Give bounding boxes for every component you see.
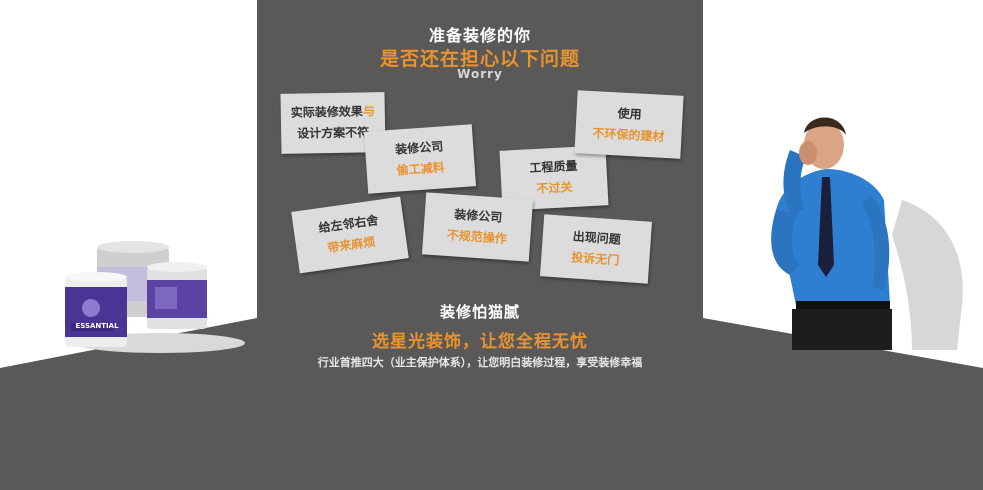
worry-card-complaints: 出现问题 投诉无门	[539, 214, 653, 284]
footer-title: 装修怕猫腻	[439, 303, 520, 321]
worry-card-cut-corners: 装修公司 偷工减料	[363, 124, 477, 194]
bucket-brand-label: ESSANTIAL	[75, 322, 119, 330]
card-text-highlight: 不环保的建材	[592, 125, 665, 144]
footer-description: 行业首推四大（业主保护体系），让您明白装修过程，享受装修幸福	[317, 356, 643, 369]
banner: 准备装修的你 是否还在担心以下问题 Worry 实际装修效果与 设计方案不符 装…	[0, 0, 983, 490]
header-title: 准备装修的你	[428, 26, 531, 45]
card-text-connector: 与	[362, 104, 375, 119]
worry-card-materials: 使用 不环保的建材	[574, 90, 684, 159]
header-english-label: Worry	[457, 67, 503, 81]
paint-buckets-illustration	[65, 241, 245, 353]
worry-card-irregular: 装修公司 不规范操作	[421, 192, 534, 262]
card-text: 实际装修效果	[290, 104, 363, 120]
footer-slogan: 选星光装饰，让您全程无忧	[372, 332, 588, 352]
worried-man-illustration	[771, 117, 963, 350]
